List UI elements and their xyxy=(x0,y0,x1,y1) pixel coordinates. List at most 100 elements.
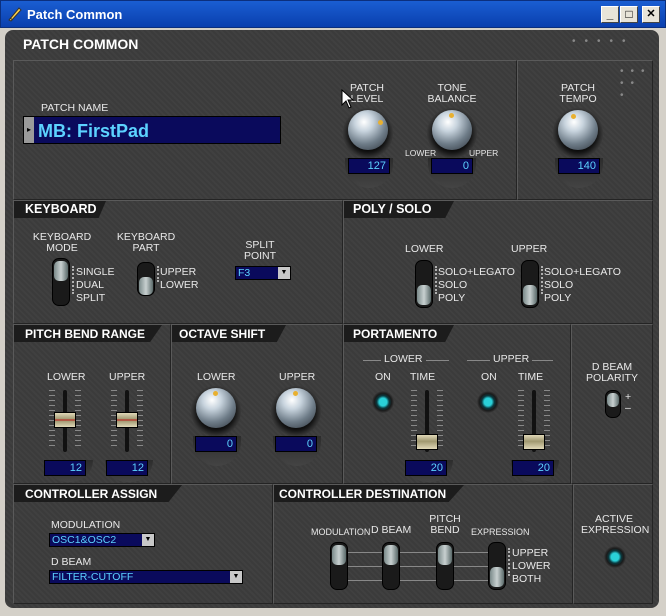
modulation-label: MODULATION xyxy=(51,519,121,531)
dots xyxy=(157,266,159,282)
dest-line xyxy=(345,580,497,581)
dest-pitch-bend-switch[interactable] xyxy=(436,542,454,590)
portamento-upper-time-value: 20 xyxy=(512,460,554,476)
octave-lower-knob[interactable] xyxy=(196,388,236,428)
dest-options: UPPER LOWER BOTH xyxy=(512,547,551,585)
poly-solo-title: POLY / SOLO xyxy=(353,202,432,216)
page-title: PATCH COMMON xyxy=(23,36,139,52)
dots xyxy=(541,266,543,294)
patch-name-arrow-icon: ▸ xyxy=(24,117,34,143)
poly-solo-section xyxy=(343,200,653,324)
dest-modulation-label: MODULATION xyxy=(311,527,371,537)
poly-lower-switch[interactable] xyxy=(415,260,433,308)
patch-tempo-label: PATCH TEMPO xyxy=(559,82,597,105)
keyboard-part-label: KEYBOARD PART xyxy=(116,231,176,254)
pitch-bend-lower-label: LOWER xyxy=(47,371,86,383)
dbeam-polarity-label: D BEAM POLARITY xyxy=(586,361,638,384)
dbeam-polarity-options: + – xyxy=(625,391,632,414)
tone-balance-label: TONE BALANCE xyxy=(427,82,477,105)
dest-dbeam-label: D BEAM xyxy=(371,524,412,536)
pitch-bend-upper-label: UPPER xyxy=(109,371,146,383)
patch-name-value: MB: FirstPad xyxy=(38,121,150,141)
portamento-lower-on-label: ON xyxy=(375,371,391,383)
dots xyxy=(508,548,510,576)
patch-level-knob[interactable] xyxy=(348,110,388,150)
tone-balance-knob[interactable] xyxy=(432,110,472,150)
poly-lower-options: SOLO+LEGATO SOLO POLY xyxy=(438,266,515,304)
octave-lower-label: LOWER xyxy=(197,371,236,383)
dest-dbeam-switch[interactable] xyxy=(382,542,400,590)
dots xyxy=(72,266,74,294)
portamento-upper-on-label: ON xyxy=(481,371,497,383)
portamento-lower-time-value: 20 xyxy=(405,460,447,476)
portamento-lower-group: LOWER xyxy=(381,354,426,365)
pitch-bend-lower-value: 12 xyxy=(44,460,86,476)
dest-line xyxy=(345,566,497,567)
chevron-down-icon: ▼ xyxy=(278,267,290,279)
patch-name-field[interactable]: ▸ MB: FirstPad xyxy=(23,116,281,144)
controller-destination-section xyxy=(273,484,573,604)
active-expression-label: ACTIVE EXPRESSION xyxy=(581,513,650,536)
dbeam-polarity-switch[interactable] xyxy=(605,390,621,418)
dest-expression-label: EXPRESSION xyxy=(471,527,530,537)
portamento-lower-time-label: TIME xyxy=(410,371,436,383)
dots xyxy=(435,266,437,294)
keyboard-title: KEYBOARD xyxy=(25,202,97,216)
modulation-select[interactable]: OSC1&OSC2 ▼ xyxy=(49,533,155,547)
portamento-upper-time-fader[interactable] xyxy=(523,434,545,450)
split-point-select[interactable]: F3 ▼ xyxy=(235,266,291,280)
chevron-down-icon: ▼ xyxy=(142,534,154,546)
dest-pitch-bend-label: PITCH BEND xyxy=(429,513,461,536)
keyboard-mode-label: KEYBOARD MODE xyxy=(32,231,92,254)
portamento-upper-on-button[interactable] xyxy=(477,391,499,413)
patch-level-value: 127 xyxy=(348,158,390,174)
poly-upper-label: UPPER xyxy=(511,243,548,255)
minimize-button[interactable]: _ xyxy=(601,6,619,23)
poly-upper-switch[interactable] xyxy=(521,260,539,308)
octave-upper-value: 0 xyxy=(275,436,317,452)
poly-lower-label: LOWER xyxy=(405,243,444,255)
octave-upper-label: UPPER xyxy=(279,371,316,383)
portamento-upper-group: UPPER xyxy=(490,354,533,365)
portamento-upper-time-label: TIME xyxy=(518,371,544,383)
window-title-bar[interactable]: Patch Common _ □ ✕ xyxy=(0,0,666,28)
portamento-lower-time-fader[interactable] xyxy=(416,434,438,450)
patch-tempo-knob[interactable] xyxy=(558,110,598,150)
active-expression-button[interactable] xyxy=(604,546,626,568)
active-expression-section xyxy=(573,484,653,604)
close-button[interactable]: ✕ xyxy=(642,6,660,23)
keyboard-part-options: UPPER LOWER xyxy=(160,266,199,291)
dest-modulation-switch[interactable] xyxy=(330,542,348,590)
dest-expression-switch[interactable] xyxy=(488,542,506,590)
keyboard-mode-switch[interactable] xyxy=(52,258,70,306)
portamento-title: PORTAMENTO xyxy=(353,327,438,341)
octave-shift-title: OCTAVE SHIFT xyxy=(179,327,266,341)
patch-name-label: PATCH NAME xyxy=(41,102,109,114)
octave-lower-value: 0 xyxy=(195,436,237,452)
split-point-label: SPLIT POINT xyxy=(243,239,277,262)
poly-upper-options: SOLO+LEGATO SOLO POLY xyxy=(544,266,621,304)
controller-assign-title: CONTROLLER ASSIGN xyxy=(25,487,158,501)
patch-tempo-value: 140 xyxy=(558,158,600,174)
pitch-bend-title: PITCH BEND RANGE xyxy=(25,327,146,341)
dbeam-assign-select[interactable]: FILTER-CUTOFF ▼ xyxy=(49,570,243,584)
pitch-bend-upper-fader[interactable] xyxy=(116,412,138,428)
window-title: Patch Common xyxy=(27,7,123,22)
keyboard-mode-options: SINGLE DUAL SPLIT xyxy=(76,266,115,304)
pitch-bend-upper-value: 12 xyxy=(106,460,148,476)
portamento-lower-on-button[interactable] xyxy=(372,391,394,413)
octave-upper-knob[interactable] xyxy=(276,388,316,428)
controller-destination-title: CONTROLLER DESTINATION xyxy=(279,487,447,501)
decorative-dots: ••••• xyxy=(572,36,635,47)
pitch-bend-lower-fader[interactable] xyxy=(54,412,76,428)
keyboard-part-switch[interactable] xyxy=(137,262,155,296)
maximize-button[interactable]: □ xyxy=(620,6,638,23)
dest-line xyxy=(345,552,497,553)
mouse-cursor-icon xyxy=(341,89,355,109)
app-icon xyxy=(8,7,22,22)
decorative-dots: ••• •• • xyxy=(620,66,652,101)
chevron-down-icon: ▼ xyxy=(230,571,242,583)
dbeam-assign-label: D BEAM xyxy=(51,556,92,568)
tone-balance-value: 0 xyxy=(431,158,473,174)
editor-panel: PATCH COMMON ••••• ••• •• • PATCH NAME ▸… xyxy=(5,30,659,608)
